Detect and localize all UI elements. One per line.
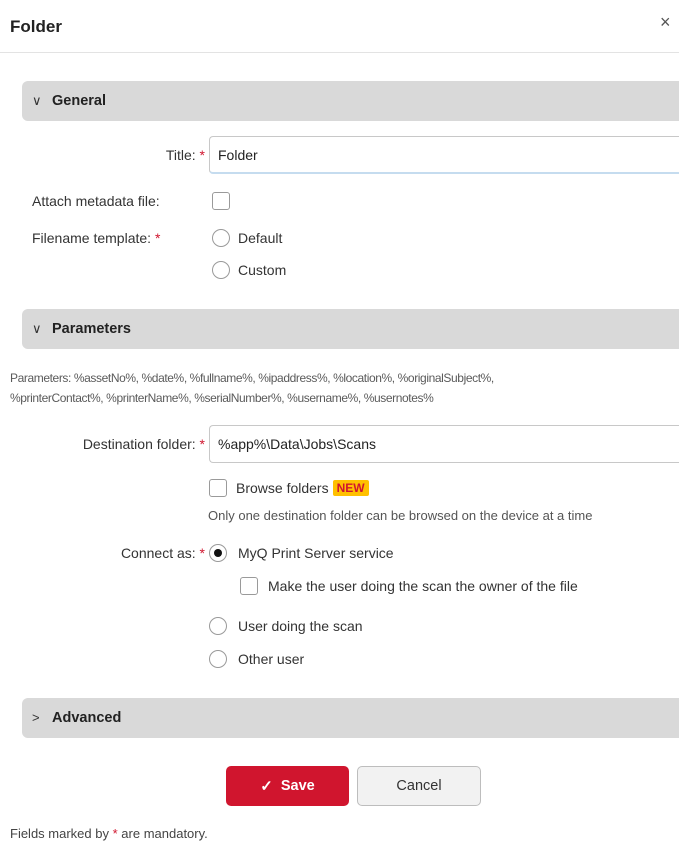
browse-folders-label: Browse folders NEW — [236, 480, 369, 496]
dialog-titlebar: Folder × — [0, 0, 679, 53]
mandatory-fields-note: Fields marked by * are mandatory. — [10, 826, 208, 841]
cancel-button[interactable]: Cancel — [357, 766, 481, 806]
filename-default-radio[interactable] — [212, 229, 230, 247]
title-field-label: Title: * — [165, 147, 205, 163]
checkmark-icon: ✓ — [260, 778, 273, 795]
attach-metadata-label: Attach metadata file: — [32, 193, 160, 209]
section-advanced-header[interactable]: > Advanced — [22, 698, 679, 738]
new-badge: NEW — [332, 480, 369, 496]
chevron-down-icon: ∨ — [32, 93, 42, 108]
connect-myq-service-radio[interactable] — [209, 544, 227, 562]
connect-other-user-radio[interactable] — [209, 650, 227, 668]
scan-owner-checkbox[interactable] — [240, 577, 258, 595]
parameters-list-line: Parameters: %assetNo%, %date%, %fullname… — [10, 371, 494, 385]
connect-other-user-label: Other user — [238, 651, 305, 667]
connect-myq-service-label: MyQ Print Server service — [238, 545, 394, 561]
browse-folders-hint: Only one destination folder can be brows… — [208, 508, 593, 523]
destination-folder-label: Destination folder: * — [82, 436, 205, 452]
connect-user-scan-radio[interactable] — [209, 617, 227, 635]
dialog-title: Folder — [10, 17, 62, 36]
connect-user-scan-label: User doing the scan — [238, 618, 363, 634]
filename-template-label: Filename template: * — [32, 230, 161, 246]
filename-default-label: Default — [238, 230, 283, 246]
close-icon[interactable]: × — [660, 12, 671, 32]
connect-as-label: Connect as: * — [120, 545, 205, 561]
filename-custom-radio[interactable] — [212, 261, 230, 279]
chevron-right-icon: > — [32, 710, 40, 725]
section-general-header[interactable]: ∨ General — [22, 81, 679, 121]
section-advanced-label: Advanced — [52, 710, 122, 726]
scan-owner-label: Make the user doing the scan the owner o… — [268, 578, 578, 594]
parameters-list-line: %printerContact%, %printerName%, %serial… — [10, 391, 434, 405]
section-parameters-label: Parameters — [52, 321, 131, 337]
section-general-label: General — [52, 93, 106, 109]
save-button[interactable]: ✓ Save — [226, 766, 349, 806]
save-button-label: Save — [280, 778, 315, 794]
chevron-down-icon: ∨ — [32, 321, 42, 336]
browse-folders-checkbox[interactable] — [209, 479, 227, 497]
parameters-list: Parameters: %assetNo%, %date%, %fullname… — [10, 368, 679, 408]
title-input[interactable] — [209, 136, 679, 174]
attach-metadata-checkbox[interactable] — [212, 192, 230, 210]
destination-folder-input[interactable] — [209, 425, 679, 463]
section-parameters-header[interactable]: ∨ Parameters — [22, 309, 679, 349]
filename-custom-label: Custom — [238, 262, 287, 278]
